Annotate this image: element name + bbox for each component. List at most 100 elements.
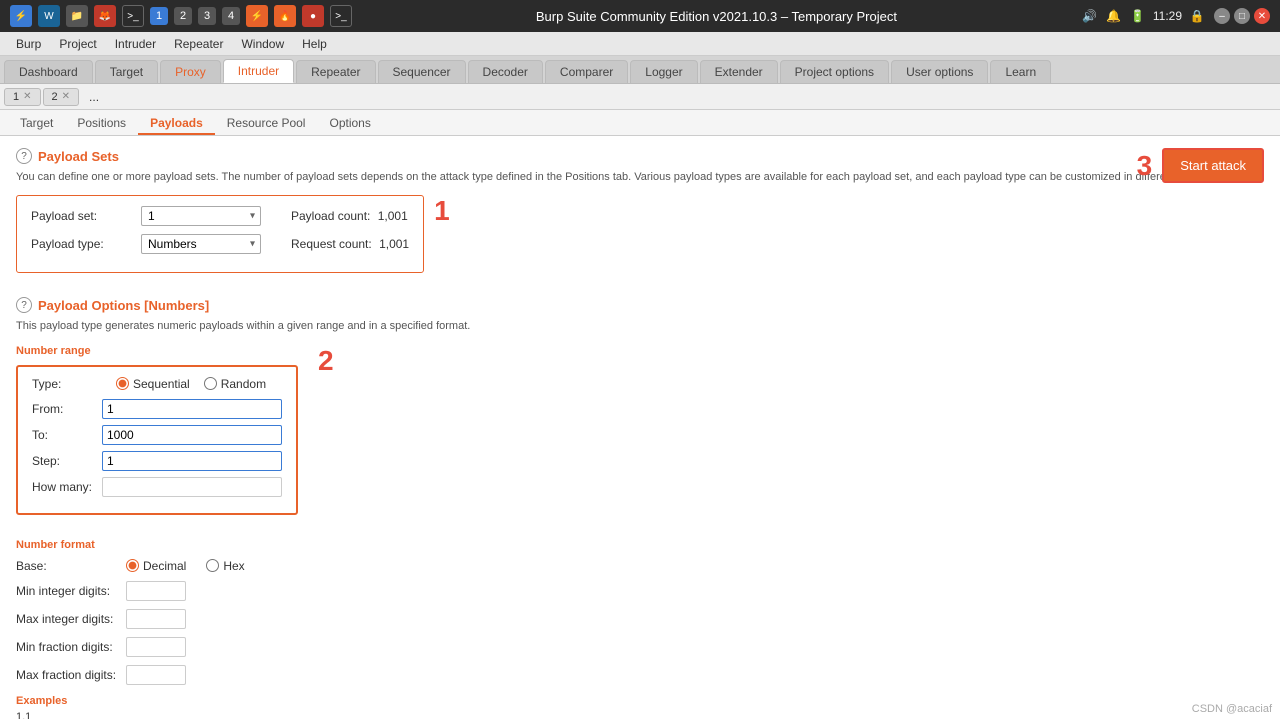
decimal-radio[interactable] <box>126 559 139 572</box>
session-tab-1-close[interactable]: ✕ <box>23 91 31 102</box>
base-row: Base: Decimal Hex <box>16 559 1264 573</box>
session-tab-2-close[interactable]: ✕ <box>62 91 70 102</box>
taskbar-icon-4[interactable]: >_ <box>122 5 144 27</box>
tab-user-options[interactable]: User options <box>891 60 988 83</box>
payload-set-select[interactable]: 1 <box>141 206 261 226</box>
title-bar-left: ⚡ W 📁 🦊 >_ 1 2 3 4 ⚡ 🔥 ● >_ <box>10 5 352 27</box>
min-integer-input[interactable] <box>126 581 186 601</box>
tab-sub-options[interactable]: Options <box>317 113 382 135</box>
taskbar-icon-3[interactable]: 🦊 <box>94 5 116 27</box>
hex-radio[interactable] <box>206 559 219 572</box>
tab-sub-resource-pool[interactable]: Resource Pool <box>215 113 318 135</box>
maximize-button[interactable]: □ <box>1234 8 1250 24</box>
sequential-label: Sequential <box>133 377 190 391</box>
to-row: To: <box>32 425 282 445</box>
taskbar-num-3[interactable]: 3 <box>198 7 216 25</box>
number-format-section: Number format Base: Decimal Hex Min inte… <box>16 539 1264 685</box>
tab-decoder[interactable]: Decoder <box>468 60 543 83</box>
payload-type-select[interactable]: Numbers <box>141 234 261 254</box>
payload-options-title: Payload Options [Numbers] <box>38 298 209 313</box>
tab-sub-payloads[interactable]: Payloads <box>138 113 215 135</box>
payload-options-description: This payload type generates numeric payl… <box>16 319 1264 334</box>
tab-repeater[interactable]: Repeater <box>296 60 375 83</box>
menu-project[interactable]: Project <box>51 35 104 53</box>
base-label: Base: <box>16 559 116 573</box>
clock: 11:29 <box>1153 9 1182 23</box>
max-integer-label: Max integer digits: <box>16 612 116 626</box>
burpsuite-icon[interactable]: ⚡ <box>246 5 268 27</box>
close-button[interactable]: ✕ <box>1254 8 1270 24</box>
tab-intruder[interactable]: Intruder <box>223 59 294 83</box>
tab-target[interactable]: Target <box>95 60 158 83</box>
random-radio[interactable] <box>204 377 217 390</box>
other-icon[interactable]: ● <box>302 5 324 27</box>
menu-repeater[interactable]: Repeater <box>166 35 231 53</box>
tab-sub-positions[interactable]: Positions <box>65 113 138 135</box>
tab-learn[interactable]: Learn <box>990 60 1051 83</box>
menu-bar: Burp Project Intruder Repeater Window He… <box>0 32 1280 56</box>
taskbar-num-2[interactable]: 2 <box>174 7 192 25</box>
max-integer-input[interactable] <box>126 609 186 629</box>
session-tab-1[interactable]: 1 ✕ <box>4 88 41 106</box>
taskbar-num-1[interactable]: 1 <box>150 7 168 25</box>
sequential-radio-label[interactable]: Sequential <box>116 377 190 391</box>
step-row: Step: <box>32 451 282 471</box>
tab-proxy[interactable]: Proxy <box>160 60 221 83</box>
menu-window[interactable]: Window <box>233 35 292 53</box>
how-many-label: How many: <box>32 480 102 494</box>
max-fraction-label: Max fraction digits: <box>16 668 116 682</box>
hex-radio-label[interactable]: Hex <box>206 559 244 573</box>
number-range-section: Number range Type: Sequential Random <box>16 345 298 529</box>
tray-icon-2: 🔔 <box>1105 7 1123 25</box>
payload-sets-title: Payload Sets <box>38 149 119 164</box>
menu-intruder[interactable]: Intruder <box>107 35 164 53</box>
how-many-input[interactable] <box>102 477 282 497</box>
menu-burp[interactable]: Burp <box>8 35 49 53</box>
start-attack-container: 3 Start attack <box>1137 148 1264 183</box>
menu-help[interactable]: Help <box>294 35 335 53</box>
session-tab-more[interactable]: ... <box>81 88 107 106</box>
payload-options-help-icon[interactable]: ? <box>16 297 32 313</box>
from-row: From: <box>32 399 282 419</box>
to-input[interactable] <box>102 425 282 445</box>
start-attack-button[interactable]: Start attack <box>1162 148 1264 183</box>
from-input[interactable] <box>102 399 282 419</box>
tab-project-options[interactable]: Project options <box>780 60 889 83</box>
minimize-button[interactable]: – <box>1214 8 1230 24</box>
session-tab-2[interactable]: 2 ✕ <box>43 88 80 106</box>
min-fraction-label: Min fraction digits: <box>16 640 116 654</box>
tray-icon-1: 🔊 <box>1081 7 1099 25</box>
number-range-label: Number range <box>16 345 298 357</box>
window-controls: – □ ✕ <box>1214 8 1270 24</box>
tab-extender[interactable]: Extender <box>700 60 778 83</box>
payload-sets-help-icon[interactable]: ? <box>16 148 32 164</box>
random-radio-label[interactable]: Random <box>204 377 266 391</box>
tab-sub-target[interactable]: Target <box>8 113 65 135</box>
taskbar-num-4[interactable]: 4 <box>222 7 240 25</box>
type-label: Type: <box>32 377 102 391</box>
min-fraction-input[interactable] <box>126 637 186 657</box>
session-tab-2-label: 2 <box>52 91 58 103</box>
app-icon: ⚡ <box>10 5 32 27</box>
payload-set-row: Payload set: 1 Payload count: 1,001 <box>31 206 409 226</box>
tab-comparer[interactable]: Comparer <box>545 60 628 83</box>
payload-options-section: ? Payload Options [Numbers] This payload… <box>16 297 1264 719</box>
tab-sequencer[interactable]: Sequencer <box>378 60 466 83</box>
options-section-row: Number range Type: Sequential Random <box>16 345 1264 529</box>
tab-dashboard[interactable]: Dashboard <box>4 60 93 83</box>
top-section-row: Payload set: 1 Payload count: 1,001 Payl… <box>16 195 1264 287</box>
request-count-label: Request count: 1,001 <box>291 237 409 251</box>
taskbar-icon-1[interactable]: W <box>38 5 60 27</box>
firefox-icon[interactable]: 🔥 <box>274 5 296 27</box>
terminal-icon[interactable]: >_ <box>330 5 352 27</box>
session-tabs: 1 ✕ 2 ✕ ... <box>0 84 1280 110</box>
step-input[interactable] <box>102 451 282 471</box>
window-title: Burp Suite Community Edition v2021.10.3 … <box>352 9 1081 24</box>
taskbar-icon-2[interactable]: 📁 <box>66 5 88 27</box>
max-fraction-input[interactable] <box>126 665 186 685</box>
min-integer-label: Min integer digits: <box>16 584 116 598</box>
sequential-radio[interactable] <box>116 377 129 390</box>
random-label: Random <box>221 377 266 391</box>
tab-logger[interactable]: Logger <box>630 60 697 83</box>
decimal-radio-label[interactable]: Decimal <box>126 559 186 573</box>
